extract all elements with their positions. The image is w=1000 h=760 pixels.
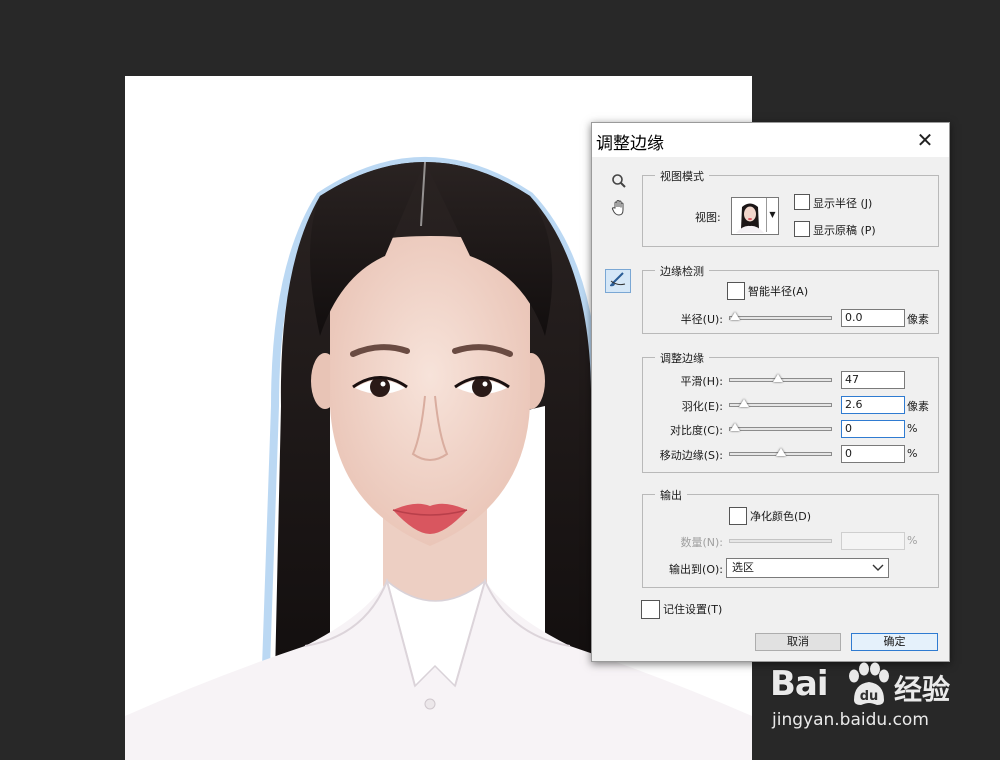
contrast-input[interactable]: 0	[841, 420, 905, 438]
edge-detection-group: 边缘检测 智能半径(A) 半径(U): 0.0 像素	[642, 263, 939, 334]
decontaminate-checkbox[interactable]	[729, 507, 747, 525]
output-to-value: 选区	[732, 561, 754, 574]
view-mode-group: 视图模式 视图: ▼ 显示半径 (J) 显示原稿 (P)	[642, 168, 939, 247]
view-label: 视图:	[695, 211, 721, 224]
refine-radius-brush-icon[interactable]	[605, 269, 631, 293]
remember-settings-label: 记住设置(T)	[663, 603, 723, 616]
smooth-slider[interactable]	[729, 374, 832, 382]
amount-slider	[729, 539, 832, 543]
edge-detection-legend: 边缘检测	[655, 263, 709, 279]
chevron-down-icon	[872, 559, 884, 583]
hand-icon[interactable]	[608, 199, 630, 221]
amount-input	[841, 532, 905, 550]
feather-label: 羽化(E):	[681, 400, 723, 413]
smooth-label: 平滑(H):	[680, 375, 723, 388]
watermark-logo-text: Bai	[770, 664, 829, 704]
shift-edge-slider-thumb[interactable]	[775, 448, 786, 456]
watermark-cn-text: 经验	[894, 673, 951, 706]
radius-slider[interactable]	[729, 312, 832, 320]
shift-edge-slider[interactable]	[729, 448, 832, 456]
smart-radius-label: 智能半径(A)	[748, 285, 809, 298]
baidu-jingyan-watermark: Bai du 经验 jingyan.baidu.com	[760, 652, 990, 742]
contrast-slider[interactable]	[729, 423, 832, 431]
smart-radius-checkbox[interactable]	[727, 282, 745, 300]
decontaminate-label: 净化颜色(D)	[750, 510, 812, 523]
feather-slider[interactable]	[729, 399, 832, 407]
ok-button[interactable]: 确定	[851, 633, 938, 651]
feather-input[interactable]: 2.6	[841, 396, 905, 414]
amount-label: 数量(N):	[680, 536, 723, 549]
refine-edge-dialog: 调整边缘 ✕ 视图模式 视图: ▼ 显示半径 (J) 显示原稿 (P) 边缘检测…	[591, 122, 950, 662]
contrast-unit: %	[907, 422, 918, 435]
show-radius-checkbox[interactable]	[794, 194, 810, 210]
output-to-label: 输出到(O):	[669, 563, 723, 576]
radius-unit: 像素	[907, 313, 929, 326]
smooth-slider-thumb[interactable]	[772, 374, 783, 382]
adjust-edge-group: 调整边缘 平滑(H): 47 羽化(E): 2.6 像素 对比度(C): 0 %…	[642, 350, 939, 473]
dialog-title: 调整边缘	[596, 134, 664, 154]
output-legend: 输出	[655, 487, 687, 503]
feather-slider-thumb[interactable]	[739, 399, 750, 407]
contrast-label: 对比度(C):	[670, 424, 723, 437]
radius-input[interactable]: 0.0	[841, 309, 905, 327]
svg-text:du: du	[860, 689, 879, 704]
shift-edge-unit: %	[907, 447, 918, 460]
output-group: 输出 净化颜色(D) 数量(N): % 输出到(O): 选区	[642, 487, 939, 588]
contrast-slider-thumb[interactable]	[730, 423, 740, 431]
dialog-titlebar[interactable]: 调整边缘 ✕	[592, 123, 949, 157]
view-dropdown-arrow-icon[interactable]: ▼	[766, 198, 778, 232]
shift-edge-label: 移动边缘(S):	[659, 449, 723, 462]
cancel-button[interactable]: 取消	[755, 633, 841, 651]
baidu-paw-icon: du	[849, 662, 889, 705]
remember-settings-checkbox[interactable]	[641, 600, 660, 619]
view-thumbnail-icon	[733, 199, 767, 233]
view-mode-legend: 视图模式	[655, 168, 709, 184]
close-icon[interactable]: ✕	[912, 127, 938, 153]
output-to-select[interactable]: 选区	[726, 558, 889, 578]
show-original-label: 显示原稿 (P)	[813, 224, 876, 237]
view-selector[interactable]: ▼	[731, 197, 779, 235]
show-radius-label: 显示半径 (J)	[813, 197, 873, 210]
smooth-input[interactable]: 47	[841, 371, 905, 389]
zoom-icon[interactable]	[608, 173, 630, 195]
feather-unit: 像素	[907, 400, 929, 413]
shift-edge-input[interactable]: 0	[841, 445, 905, 463]
show-original-checkbox[interactable]	[794, 221, 810, 237]
adjust-edge-legend: 调整边缘	[655, 350, 709, 366]
radius-slider-thumb[interactable]	[730, 312, 740, 320]
radius-label: 半径(U):	[680, 313, 723, 326]
watermark-url: jingyan.baidu.com	[772, 710, 929, 730]
amount-unit: %	[907, 534, 918, 547]
